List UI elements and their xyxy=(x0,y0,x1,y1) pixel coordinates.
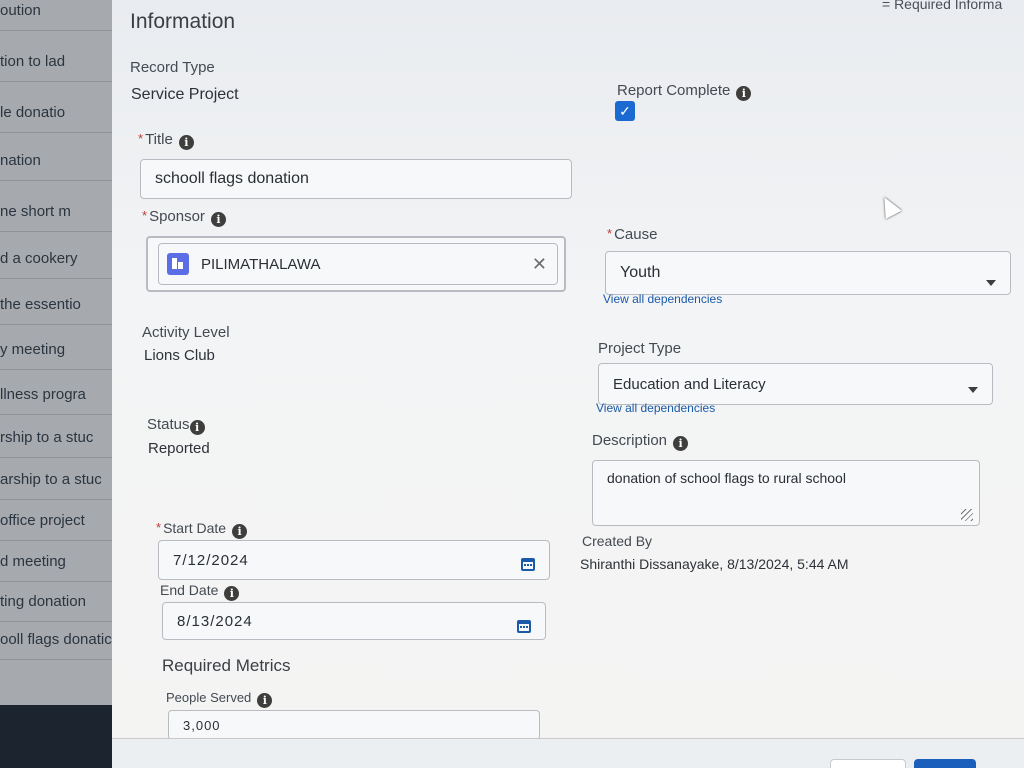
list-item[interactable]: ooll flags donatic xyxy=(0,619,130,660)
list-item[interactable]: rship to a stuc xyxy=(0,417,130,458)
list-item[interactable]: arship to a stuc xyxy=(0,459,130,500)
account-icon xyxy=(167,253,189,275)
info-icon[interactable]: i xyxy=(673,436,689,451)
sponsor-label: * Sponsor i xyxy=(142,208,226,227)
required-marker: * xyxy=(142,208,148,223)
background-footer xyxy=(0,705,130,768)
start-date-label: * Start Date i xyxy=(156,520,248,539)
title-input[interactable]: schooll flags donation xyxy=(140,159,572,199)
info-icon[interactable]: i xyxy=(210,212,226,227)
list-item[interactable]: d a cookery xyxy=(0,238,130,279)
report-complete-checkbox[interactable]: ✓ xyxy=(615,101,635,121)
sponsor-pill[interactable]: PILIMATHALAWA ✕ xyxy=(158,243,558,285)
info-icon[interactable]: i xyxy=(736,86,752,101)
record-type-label: Record Type xyxy=(130,59,215,76)
activity-level-label: Activity Level xyxy=(142,324,230,341)
cancel-button[interactable] xyxy=(830,759,906,768)
list-item[interactable]: the essentio xyxy=(0,284,130,325)
calendar-icon[interactable] xyxy=(521,558,535,571)
project-type-select[interactable]: Education and Literacy xyxy=(598,363,993,405)
list-item[interactable]: y meeting xyxy=(0,329,130,370)
list-item[interactable]: le donatio xyxy=(0,92,130,133)
section-title: Information xyxy=(130,10,236,33)
sponsor-lookup[interactable]: PILIMATHALAWA ✕ xyxy=(146,236,566,292)
info-icon[interactable]: i xyxy=(189,420,205,435)
description-label: Description i xyxy=(592,432,689,451)
activity-level-value: Lions Club xyxy=(144,347,215,364)
cause-label: * Cause xyxy=(607,226,658,243)
cause-select[interactable]: Youth xyxy=(605,251,1011,295)
info-icon[interactable]: i xyxy=(224,586,240,601)
record-type-value: Service Project xyxy=(131,86,239,103)
list-item[interactable]: tion to lad xyxy=(0,41,130,82)
project-type-dependencies-link[interactable]: View all dependencies xyxy=(596,401,715,415)
required-metrics-title: Required Metrics xyxy=(162,656,291,675)
info-icon[interactable]: i xyxy=(178,135,194,150)
created-by-label: Created By xyxy=(582,533,653,549)
calendar-icon[interactable] xyxy=(517,620,531,633)
info-icon[interactable]: i xyxy=(257,693,273,708)
chevron-down-icon xyxy=(968,387,978,393)
save-button[interactable] xyxy=(914,759,976,768)
list-item[interactable]: office project xyxy=(0,500,130,541)
info-icon[interactable]: i xyxy=(232,524,248,539)
clear-icon[interactable]: ✕ xyxy=(532,254,547,275)
description-textarea[interactable]: donation of school flags to rural school xyxy=(592,460,980,526)
status-value: Reported xyxy=(148,440,210,457)
report-complete-label: Report Complete i xyxy=(617,82,752,101)
required-marker: * xyxy=(156,520,162,535)
list-item[interactable]: ting donation xyxy=(0,581,130,622)
title-label: * Title i xyxy=(138,131,194,150)
project-type-label: Project Type xyxy=(598,340,682,357)
modal-footer xyxy=(112,738,1024,768)
mouse-pointer-icon xyxy=(876,192,902,220)
status-label: Status i xyxy=(147,416,205,435)
people-served-input[interactable]: 3,000 xyxy=(168,710,540,740)
list-item[interactable]: oution xyxy=(0,0,130,31)
cause-dependencies-link[interactable]: View all dependencies xyxy=(603,292,722,306)
end-date-input[interactable]: 8/13/2024 xyxy=(162,602,546,640)
checkmark-icon: ✓ xyxy=(619,103,631,119)
resize-handle[interactable] xyxy=(961,509,973,521)
required-marker: * xyxy=(138,131,144,146)
list-item[interactable]: d meeting xyxy=(0,541,130,582)
list-item[interactable]: llness progra xyxy=(0,374,130,415)
start-date-input[interactable]: 7/12/2024 xyxy=(158,540,550,580)
list-item[interactable]: nation xyxy=(0,140,130,181)
background-record-list: oution tion to lad le donatio nation ne … xyxy=(0,0,130,705)
list-item[interactable]: ne short m xyxy=(0,191,130,232)
edit-record-modal: Information = Required Informa Record Ty… xyxy=(112,0,1024,768)
end-date-label: End Date i xyxy=(160,582,240,601)
required-info-note: = Required Informa xyxy=(882,0,1003,12)
chevron-down-icon xyxy=(986,280,996,286)
created-by-value: Shiranthi Dissanayake, 8/13/2024, 5:44 A… xyxy=(580,556,849,572)
people-served-label: People Served i xyxy=(166,690,273,708)
required-marker: * xyxy=(607,226,613,241)
